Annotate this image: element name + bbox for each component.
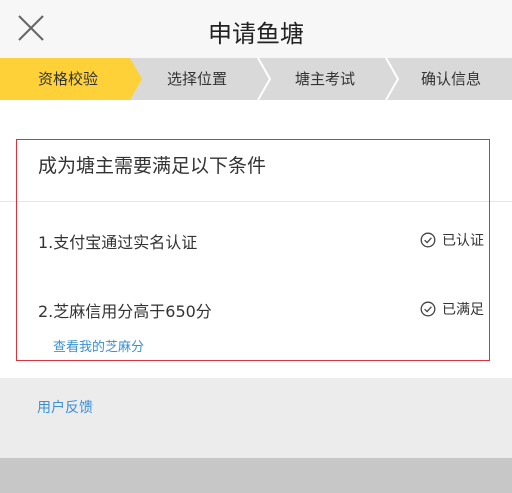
status-text: 已认证 [442,233,484,249]
step-confirm-info[interactable]: 确认信息 [390,58,512,100]
status-badge: 已满足 [420,299,484,319]
requirements-title: 成为塘主需要满足以下条件 [38,155,267,177]
step-select-location[interactable]: 选择位置 [132,58,262,100]
status-badge: 已认证 [420,230,484,250]
user-feedback-link[interactable]: 用户反馈 [37,397,93,417]
step-owner-exam[interactable]: 塘主考试 [260,58,390,100]
requirement-item: 2.芝麻信用分高于650分 [38,302,212,321]
view-sesame-score-link[interactable]: 查看我的芝麻分 [53,336,144,355]
check-circle-icon [420,232,436,248]
page-title: 申请鱼塘 [208,20,304,48]
check-circle-icon [420,301,436,317]
step-qualification[interactable]: 资格校验 [0,58,136,100]
bottom-bar [0,458,512,493]
header-bar: 申请鱼塘 [0,0,512,58]
status-text: 已满足 [442,302,484,318]
requirement-item: 1.支付宝通过实名认证 [38,233,198,252]
step-progress-bar: 资格校验 选择位置 塘主考试 确认信息 [0,58,512,100]
